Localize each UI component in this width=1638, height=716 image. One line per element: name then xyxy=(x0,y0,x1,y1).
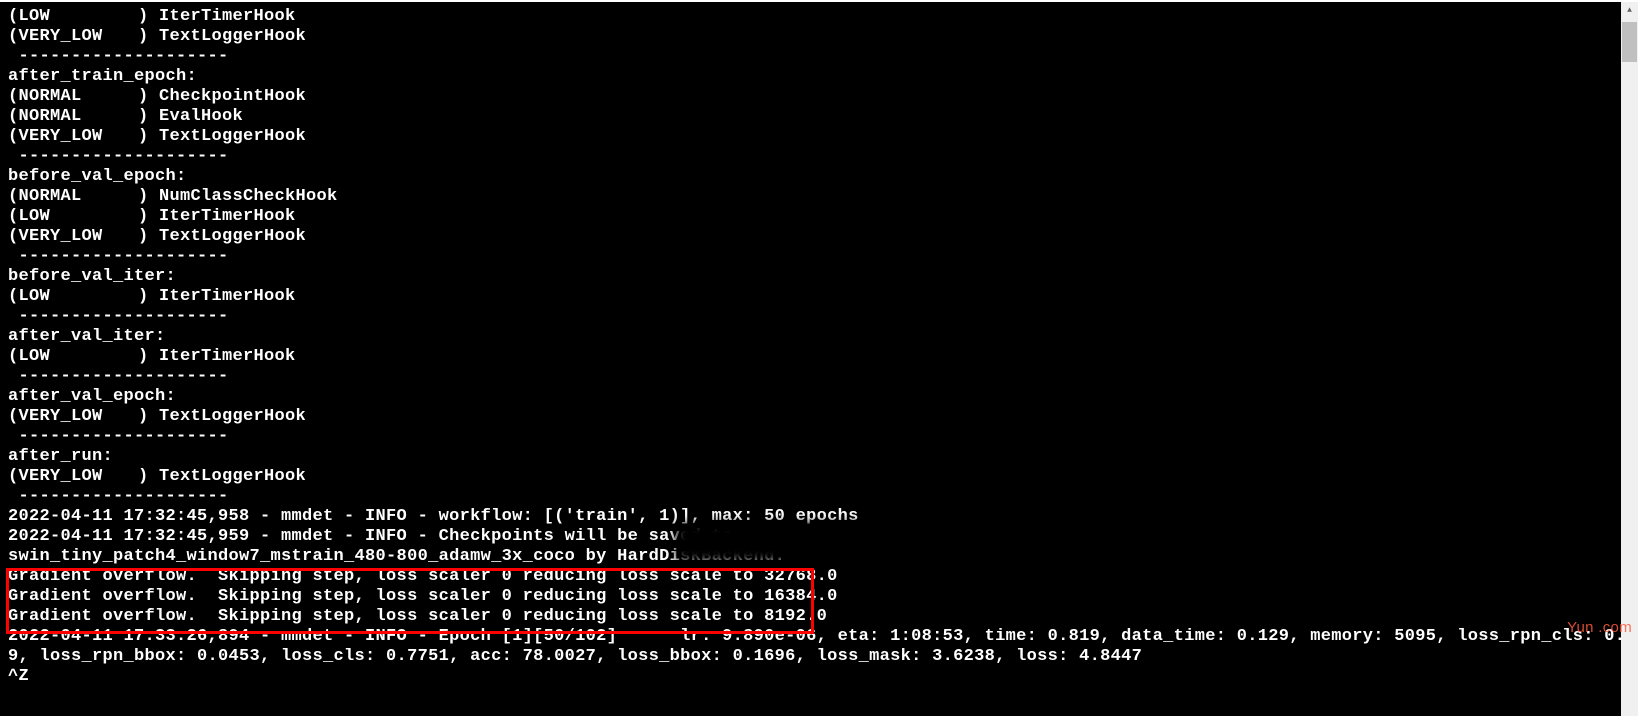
hook-row: (LOW) IterTimerHook xyxy=(8,7,296,26)
section-title: after_train_epoch: xyxy=(8,67,197,86)
watermark-text: Yun .com xyxy=(1567,618,1632,638)
hook-row: (VERY_LOW) TextLoggerHook xyxy=(8,127,306,146)
log-epoch: 9, loss_rpn_bbox: 0.0453, loss_cls: 0.77… xyxy=(8,647,1142,666)
section-title: after_run: xyxy=(8,447,113,466)
hook-separator: -------------------- xyxy=(8,47,239,66)
hook-row: (VERY_LOW) TextLoggerHook xyxy=(8,467,306,486)
vertical-scrollbar[interactable]: ▲ xyxy=(1621,2,1638,716)
terminal-area: (LOW) IterTimerHook (VERY_LOW) TextLogge… xyxy=(0,2,1638,716)
hook-row: (VERY_LOW) TextLoggerHook xyxy=(8,407,306,426)
hook-separator: -------------------- xyxy=(8,427,239,446)
hook-row: (VERY_LOW) TextLoggerHook xyxy=(8,227,306,246)
section-title: before_val_iter: xyxy=(8,267,176,286)
log-workflow: 2022-04-11 17:32:45,958 - mmdet - INFO -… xyxy=(8,507,859,526)
log-caret: ^Z xyxy=(8,667,29,686)
hook-separator: -------------------- xyxy=(8,247,239,266)
hook-separator: -------------------- xyxy=(8,307,239,326)
hook-row: (LOW) IterTimerHook xyxy=(8,287,296,306)
scrollbar-down-arrow-icon[interactable] xyxy=(1621,699,1638,716)
hook-row: (NORMAL) EvalHook xyxy=(8,107,243,126)
hook-separator: -------------------- xyxy=(8,367,239,386)
log-epoch: 2022-04-11 17:33:26,894 - mmdet - INFO -… xyxy=(8,627,1638,646)
log-backend: swin_tiny_patch4_window7_mstrain_480-800… xyxy=(8,547,785,566)
log-overflow: Gradient overflow. Skipping step, loss s… xyxy=(8,607,827,626)
hook-row: (NORMAL) NumClassCheckHook xyxy=(8,187,338,206)
redacted-path xyxy=(682,529,1552,555)
hook-row: (LOW) IterTimerHook xyxy=(8,347,296,366)
hook-row: (VERY_LOW) TextLoggerHook xyxy=(8,27,306,46)
terminal-output[interactable]: (LOW) IterTimerHook (VERY_LOW) TextLogge… xyxy=(0,2,1530,692)
scrollbar-up-arrow-icon[interactable]: ▲ xyxy=(1621,2,1638,19)
log-checkpoint: 2022-04-11 17:32:45,959 - mmdet - INFO -… xyxy=(8,527,743,546)
section-title: after_val_iter: xyxy=(8,327,166,346)
section-title: before_val_epoch: xyxy=(8,167,187,186)
log-overflow: Gradient overflow. Skipping step, loss s… xyxy=(8,587,838,606)
scrollbar-thumb[interactable] xyxy=(1622,22,1637,62)
hook-row: (NORMAL) CheckpointHook xyxy=(8,87,306,106)
hook-row: (LOW) IterTimerHook xyxy=(8,207,296,226)
hook-separator: -------------------- xyxy=(8,147,239,166)
log-overflow: Gradient overflow. Skipping step, loss s… xyxy=(8,567,838,586)
hook-separator: -------------------- xyxy=(8,487,239,506)
section-title: after_val_epoch: xyxy=(8,387,176,406)
